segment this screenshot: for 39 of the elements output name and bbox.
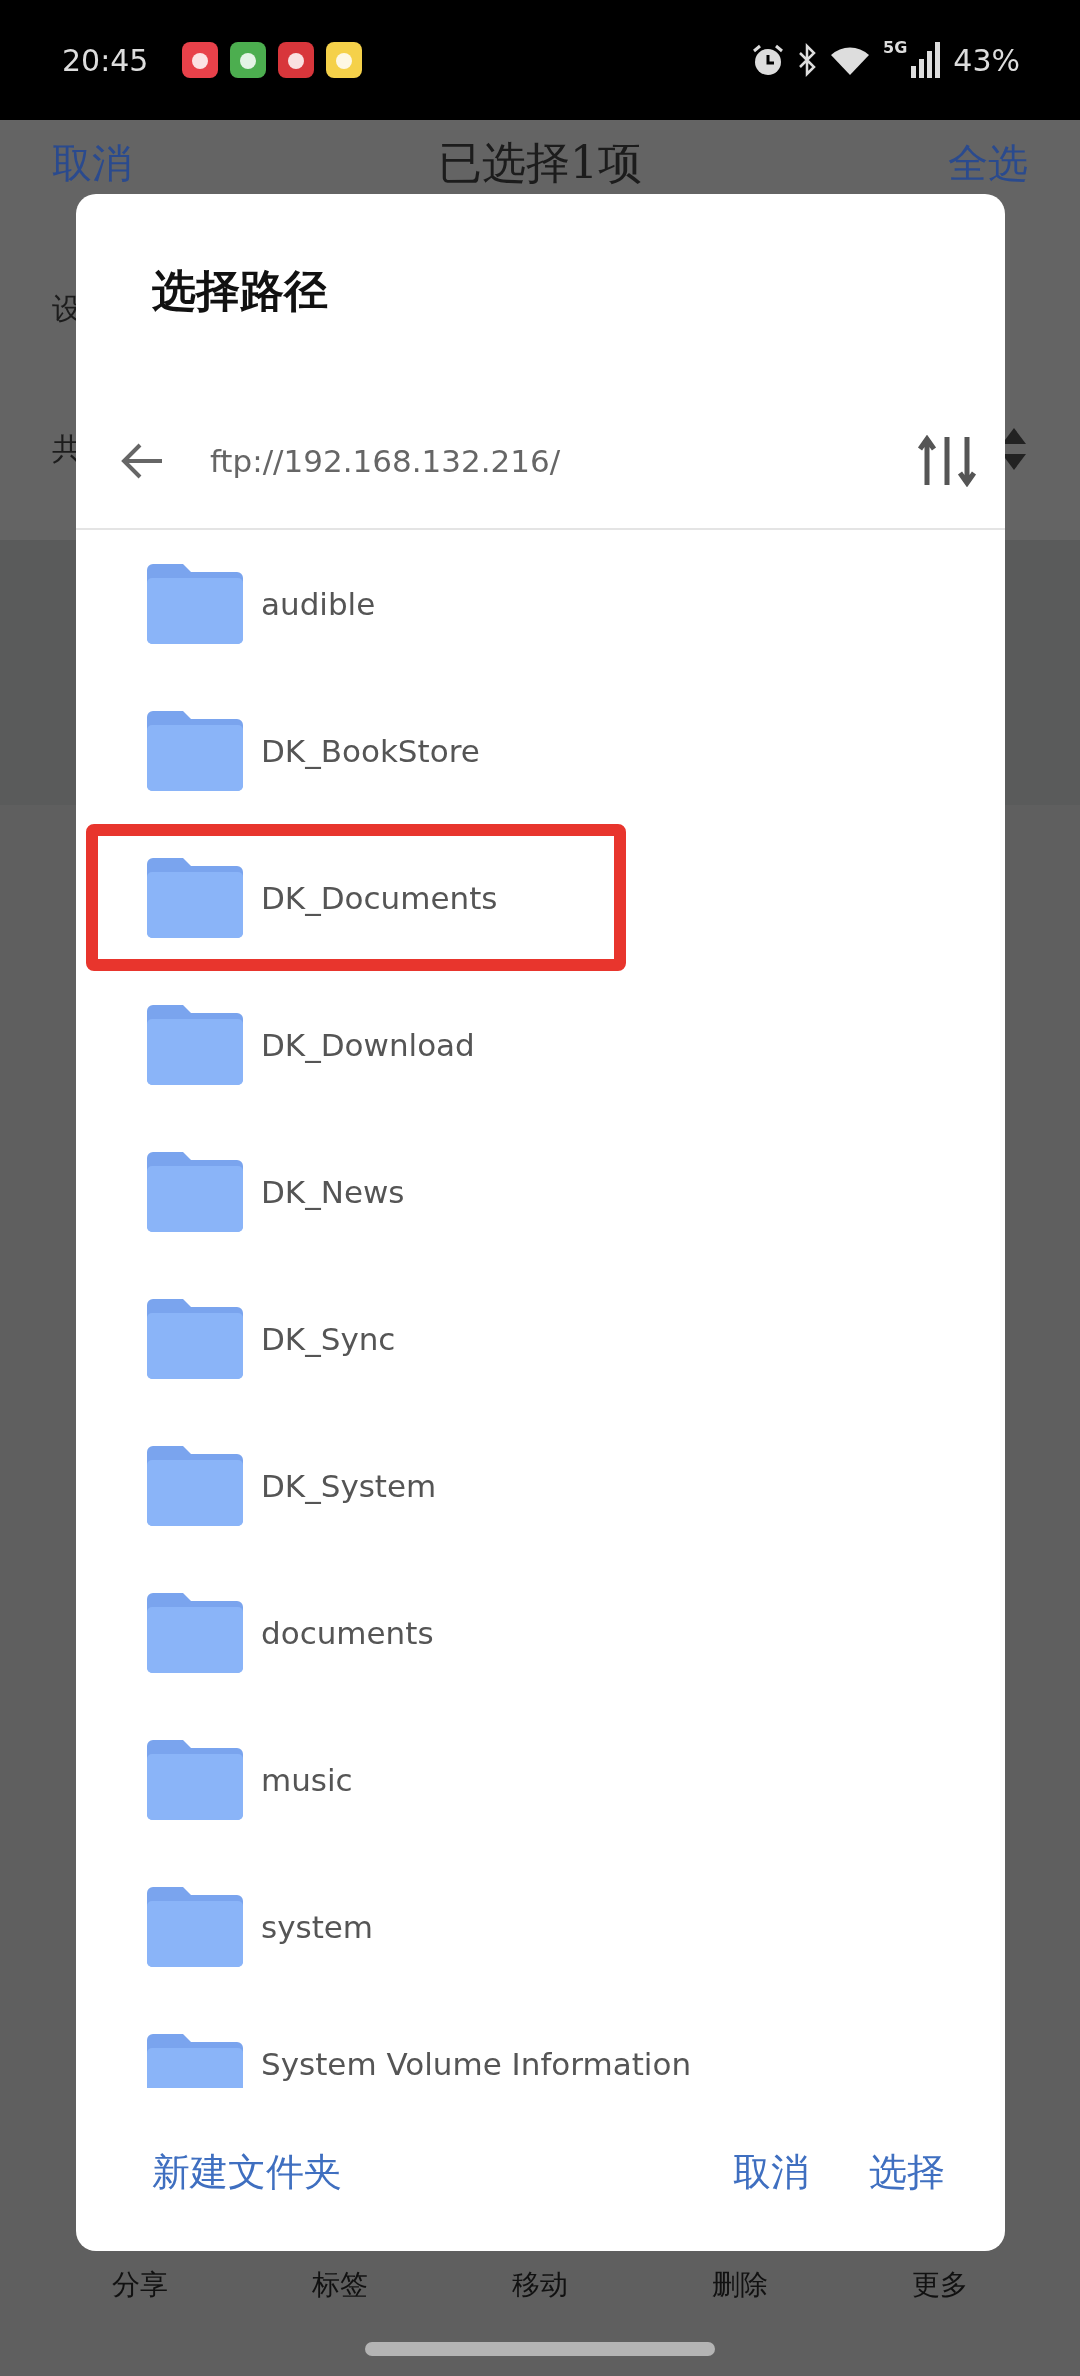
folder-item[interactable]: music [86, 1706, 626, 1853]
folder-item[interactable]: system [86, 1853, 626, 2000]
select-button[interactable]: 选择 [859, 2139, 955, 2206]
clock-time: 20:45 [62, 42, 149, 78]
folder-icon [147, 563, 243, 644]
folder-item[interactable]: DK_System [86, 1412, 626, 1559]
sort-icon[interactable] [917, 435, 977, 487]
folder-item[interactable]: System Volume Information [86, 2000, 728, 2100]
folder-item[interactable]: DK_Download [86, 971, 626, 1118]
alarm-icon [751, 43, 786, 77]
folder-icon [147, 857, 243, 938]
app-icon [182, 42, 219, 78]
folder-item[interactable]: DK_Documents [86, 824, 626, 971]
page-title: 已选择1项 [438, 136, 642, 190]
folder-icon [147, 1298, 243, 1379]
signal-icon [911, 42, 942, 78]
folder-icon [147, 1739, 243, 1820]
folder-item[interactable]: DK_Sync [86, 1265, 626, 1412]
network-label: 5G [883, 38, 908, 57]
folder-icon [147, 1151, 243, 1232]
app-icon [230, 42, 267, 78]
battery-level: 43% [953, 42, 1020, 78]
back-icon[interactable] [120, 441, 164, 481]
app-icon [326, 42, 363, 78]
bluetooth-icon [797, 43, 818, 77]
folder-item[interactable]: DK_News [86, 1118, 626, 1265]
folder-item[interactable]: audible [86, 530, 626, 677]
new-folder-button[interactable]: 新建文件夹 [142, 2139, 352, 2206]
folder-icon [147, 1445, 243, 1526]
folder-icon [147, 1886, 243, 1967]
path-text: ftp://192.168.132.216/ [210, 443, 562, 479]
folder-icon [147, 1592, 243, 1673]
dialog-title: 选择路径 [151, 264, 329, 318]
folder-icon [147, 1004, 243, 1085]
folder-item[interactable]: DK_BookStore [86, 677, 626, 824]
folder-item[interactable]: documents [86, 1559, 626, 1706]
folder-icon [147, 710, 243, 791]
app-icon [278, 42, 315, 78]
cancel-button[interactable]: 取消 [723, 2139, 819, 2206]
